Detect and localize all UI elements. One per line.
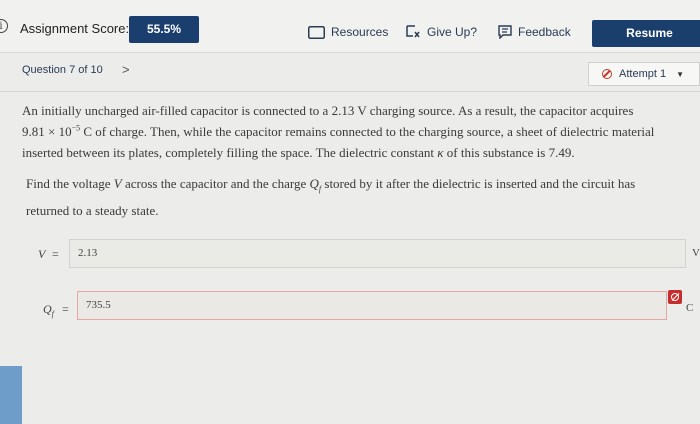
question-text: An initially uncharged air-filled capaci…: [22, 100, 700, 221]
top-toolbar: i Assignment Score: 55.5% Resources Give…: [0, 0, 700, 53]
resources-label: Resources: [331, 25, 389, 39]
attempt-label: Attempt 1: [619, 68, 667, 80]
no-entry-icon: [602, 69, 612, 79]
voltage-unit: V: [692, 247, 700, 259]
divider: [0, 91, 700, 92]
side-panel-edge: [0, 366, 22, 424]
question-line-1: An initially uncharged air-filled capaci…: [22, 103, 634, 118]
voltage-equals: =: [52, 247, 59, 261]
prompt-line-1: Find the voltage V across the capacitor …: [26, 176, 636, 194]
feedback-icon: [498, 25, 512, 39]
question-line-3: inserted between its plates, completely …: [22, 145, 575, 160]
give-up-label: Give Up?: [427, 25, 478, 39]
charge-input[interactable]: 735.5: [77, 291, 667, 320]
voltage-input[interactable]: 2.13: [69, 239, 686, 268]
info-icon[interactable]: i: [0, 19, 8, 33]
prompt-line-2: returned to a steady state.: [26, 202, 159, 218]
caret-down-icon: ▼: [676, 69, 684, 79]
charge-symbol: Qf: [43, 302, 54, 319]
question-line-2: 9.81 × 10−5 C of charge. Then, while the…: [22, 123, 655, 139]
question-position: Question 7 of 10: [22, 64, 103, 76]
feedback-button[interactable]: Feedback: [498, 25, 571, 39]
assignment-score-badge: 55.5%: [129, 16, 199, 43]
voltage-symbol: V: [38, 247, 46, 261]
resume-button[interactable]: Resume: [592, 20, 700, 47]
charge-equals: =: [62, 302, 69, 316]
charge-unit: C: [686, 302, 694, 314]
folder-icon: [308, 25, 325, 39]
give-up-icon: [406, 25, 420, 38]
next-question-chevron-icon[interactable]: >: [122, 62, 130, 77]
feedback-label: Feedback: [518, 25, 571, 39]
attempt-dropdown[interactable]: Attempt 1 ▼: [588, 62, 700, 86]
incorrect-icon: [668, 290, 682, 304]
give-up-button[interactable]: Give Up?: [405, 25, 477, 39]
assignment-score-label: Assignment Score:: [20, 21, 130, 36]
resources-button[interactable]: Resources: [308, 25, 388, 39]
